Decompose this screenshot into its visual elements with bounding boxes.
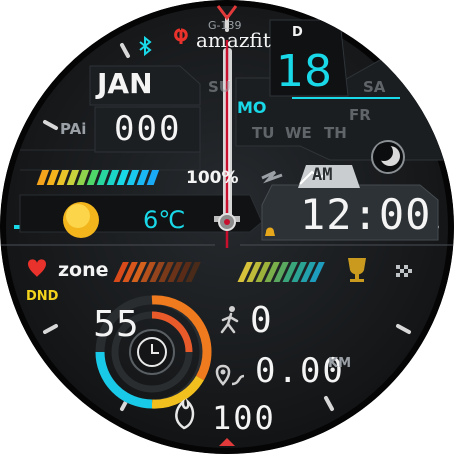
brand-name: amazfit: [196, 28, 271, 52]
watch-face: G-139 amazfit D JAN 18 SU MO TU WE TH FR…: [0, 0, 454, 454]
pai-value: 000: [114, 109, 182, 149]
distance-unit: KM: [328, 356, 352, 371]
calories-flame-icon: [175, 397, 195, 430]
activity-value: 55: [93, 304, 139, 345]
temperature-value: 6℃: [143, 206, 186, 234]
trophy-icon: [348, 258, 366, 282]
bluetooth-icon: [139, 35, 152, 57]
ampm-indicator: AM: [312, 165, 333, 185]
amazfit-logo-icon: [174, 28, 188, 44]
weekday-su: SU: [208, 78, 231, 96]
calories-value: 100: [212, 399, 276, 437]
checkered-flag-icon: [396, 265, 412, 277]
moon-phase-icon: [371, 140, 405, 174]
top-chevron-icon: [216, 5, 238, 21]
distance-pin-icon: [215, 364, 245, 386]
pai-label: PAi: [60, 120, 87, 138]
dnd-label: DND: [26, 289, 59, 304]
heart-zone-label: zone: [58, 259, 109, 281]
weekday-mo: MO: [237, 98, 267, 117]
battery-bar: [36, 170, 160, 185]
day-number: 18: [276, 46, 332, 97]
bezel-letter: D: [292, 25, 303, 40]
bottom-arrow-icon: [219, 438, 235, 446]
heart-icon: [28, 259, 46, 277]
digital-time: 12:00: [300, 190, 432, 239]
steps-walk-icon: [220, 306, 239, 334]
weekday-th: TH: [324, 124, 347, 142]
sun-icon: [63, 202, 99, 238]
steps-value: 0: [250, 300, 274, 341]
weekday-we: WE: [285, 124, 312, 142]
battery-percent: 100%: [186, 168, 239, 188]
charging-bolt-icon: [261, 170, 283, 184]
weekday-tu: TU: [252, 124, 275, 142]
weekday-sa: SA: [363, 78, 386, 96]
weekday-fr: FR: [349, 106, 371, 124]
heart-zone-bars: [113, 262, 325, 282]
month-label: JAN: [97, 67, 153, 100]
